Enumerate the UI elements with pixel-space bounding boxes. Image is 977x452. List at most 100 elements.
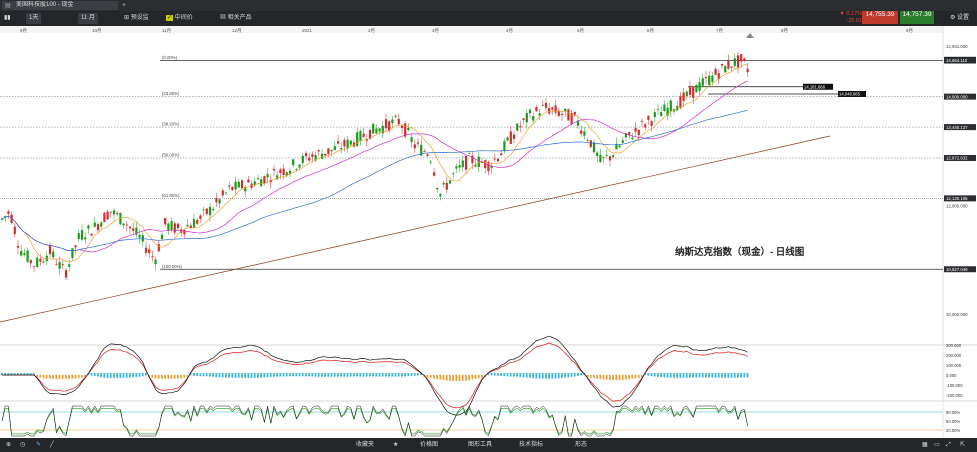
- related-products-button[interactable]: ▦ 相关产品: [220, 13, 252, 24]
- chart-title: 纳斯达克指数（现金）- 日线图: [675, 246, 804, 258]
- candle: [157, 244, 160, 252]
- macd-histogram-bar: [138, 373, 141, 377]
- candle: [506, 137, 509, 141]
- macd-histogram-bar: [506, 373, 509, 377]
- macd-histogram-bar: [532, 373, 534, 379]
- candle: [452, 173, 455, 175]
- sell-price-button[interactable]: 14,755.39: [862, 11, 898, 24]
- candle: [295, 168, 298, 170]
- candle: [708, 75, 711, 85]
- candle: [71, 248, 74, 258]
- chart-type-icon[interactable]: ▮▮: [4, 13, 11, 24]
- patterns-button[interactable]: 形态: [575, 440, 587, 450]
- macd-histogram-bar: [116, 373, 118, 379]
- candle: [477, 156, 480, 167]
- settings-button[interactable]: ⚙ 设置: [950, 13, 969, 24]
- macd-histogram-bar: [442, 375, 445, 381]
- tab-title: 美国科技股100 - 现金: [16, 2, 74, 8]
- macd-histogram-bar: [657, 373, 659, 377]
- chart-area[interactable]: 9月 10月 11月 12月 2021 2月 3月 4月 5月 6月 7月 8月 9月 14,931.0…: [0, 26, 977, 438]
- period-select[interactable]: 11 月: [78, 13, 98, 24]
- macd-histogram-bar: [177, 375, 179, 379]
- candle: [503, 141, 506, 152]
- candle: [160, 234, 164, 240]
- macd-histogram-bar: [42, 375, 45, 379]
- measure-icon[interactable]: ◷: [20, 440, 25, 450]
- share-icon[interactable]: ⇱: [960, 440, 965, 450]
- candle: [125, 224, 128, 226]
- candle: [468, 153, 471, 154]
- candle: [532, 116, 535, 121]
- candle: [688, 86, 692, 95]
- macd-histogram-bar: [452, 375, 454, 381]
- macd-histogram-bar: [167, 375, 170, 379]
- macd-histogram-bar: [90, 373, 93, 376]
- candle: [356, 132, 359, 146]
- candle: [736, 55, 740, 68]
- macd-histogram-bar: [340, 373, 342, 377]
- macd-histogram-bar: [458, 375, 461, 381]
- macd-histogram-bar: [68, 375, 70, 379]
- macd-axis-label: -100.000: [946, 383, 963, 388]
- crosshair-icon[interactable]: ⊕: [6, 440, 11, 450]
- macd-histogram-bar: [634, 375, 637, 379]
- macd-histogram-bar: [49, 375, 51, 379]
- macd-histogram-bar: [282, 373, 285, 377]
- macd-histogram-bar: [516, 373, 518, 377]
- macd-histogram-bar: [266, 373, 269, 378]
- candle: [266, 174, 269, 178]
- macd-histogram-bar: [295, 373, 298, 377]
- candle: [292, 159, 295, 166]
- macd-histogram-bar: [404, 373, 406, 377]
- candle: [48, 245, 52, 255]
- add-tab-icon[interactable]: +: [122, 1, 126, 10]
- macd-histogram-bar: [721, 373, 723, 378]
- candle: [698, 82, 701, 91]
- fib-label: (38.20%): [162, 122, 180, 127]
- timeframe-select[interactable]: 1天: [26, 13, 42, 24]
- macd-histogram-bar: [557, 373, 560, 379]
- macd-histogram-bar: [439, 375, 442, 380]
- pencil-icon[interactable]: ✎: [36, 440, 41, 450]
- indicator-button[interactable]: ⊞ 预设监: [124, 13, 149, 24]
- macd-histogram-bar: [372, 373, 374, 377]
- macd-histogram-bar: [695, 373, 698, 378]
- price-chart-button[interactable]: 价格图: [420, 440, 438, 450]
- macd-histogram-bar: [666, 373, 669, 378]
- macd-histogram-bar: [733, 373, 736, 378]
- mid-price-button[interactable]: ✓ 中间价: [166, 13, 193, 24]
- macd-histogram-bar: [391, 373, 394, 377]
- macd-histogram-bar: [324, 373, 326, 377]
- macd-histogram-bar: [612, 375, 614, 381]
- macd-histogram-bar: [369, 373, 371, 377]
- macd-histogram-bar: [276, 373, 278, 377]
- candle: [410, 137, 413, 143]
- candle: [308, 157, 311, 161]
- y-tick-label: 10,000.000: [946, 312, 968, 317]
- candle: [288, 170, 292, 174]
- macd-histogram-bar: [625, 375, 627, 380]
- watchlist-button[interactable]: 收藏夹: [356, 440, 374, 450]
- star-icon[interactable]: ★: [393, 440, 398, 450]
- macd-histogram-bar: [292, 373, 294, 377]
- candle: [493, 158, 496, 160]
- macd-histogram-bar: [385, 373, 387, 377]
- candle: [640, 121, 644, 122]
- candle: [199, 215, 202, 219]
- grid-icon[interactable]: ▦: [922, 440, 928, 450]
- candle: [740, 54, 743, 62]
- indicators-button[interactable]: 技术指标: [519, 440, 543, 450]
- buy-price-button[interactable]: 14,757.39: [900, 11, 934, 24]
- layout-icon[interactable]: ▭: [934, 440, 940, 450]
- macd-histogram-bar: [141, 373, 144, 377]
- tab-nasdaq[interactable]: ▤ 美国科技股100 - 现金: [2, 1, 118, 10]
- drawing-tools-button[interactable]: 图形工具: [468, 440, 492, 450]
- candle: [301, 155, 304, 164]
- candle: [186, 225, 189, 227]
- draw-line-icon[interactable]: ╱: [50, 440, 54, 450]
- expand-icon[interactable]: ⤢: [946, 440, 951, 450]
- macd-histogram-bar: [55, 375, 58, 379]
- candle: [596, 152, 599, 157]
- macd-histogram-bar: [570, 373, 573, 377]
- candle: [637, 129, 640, 136]
